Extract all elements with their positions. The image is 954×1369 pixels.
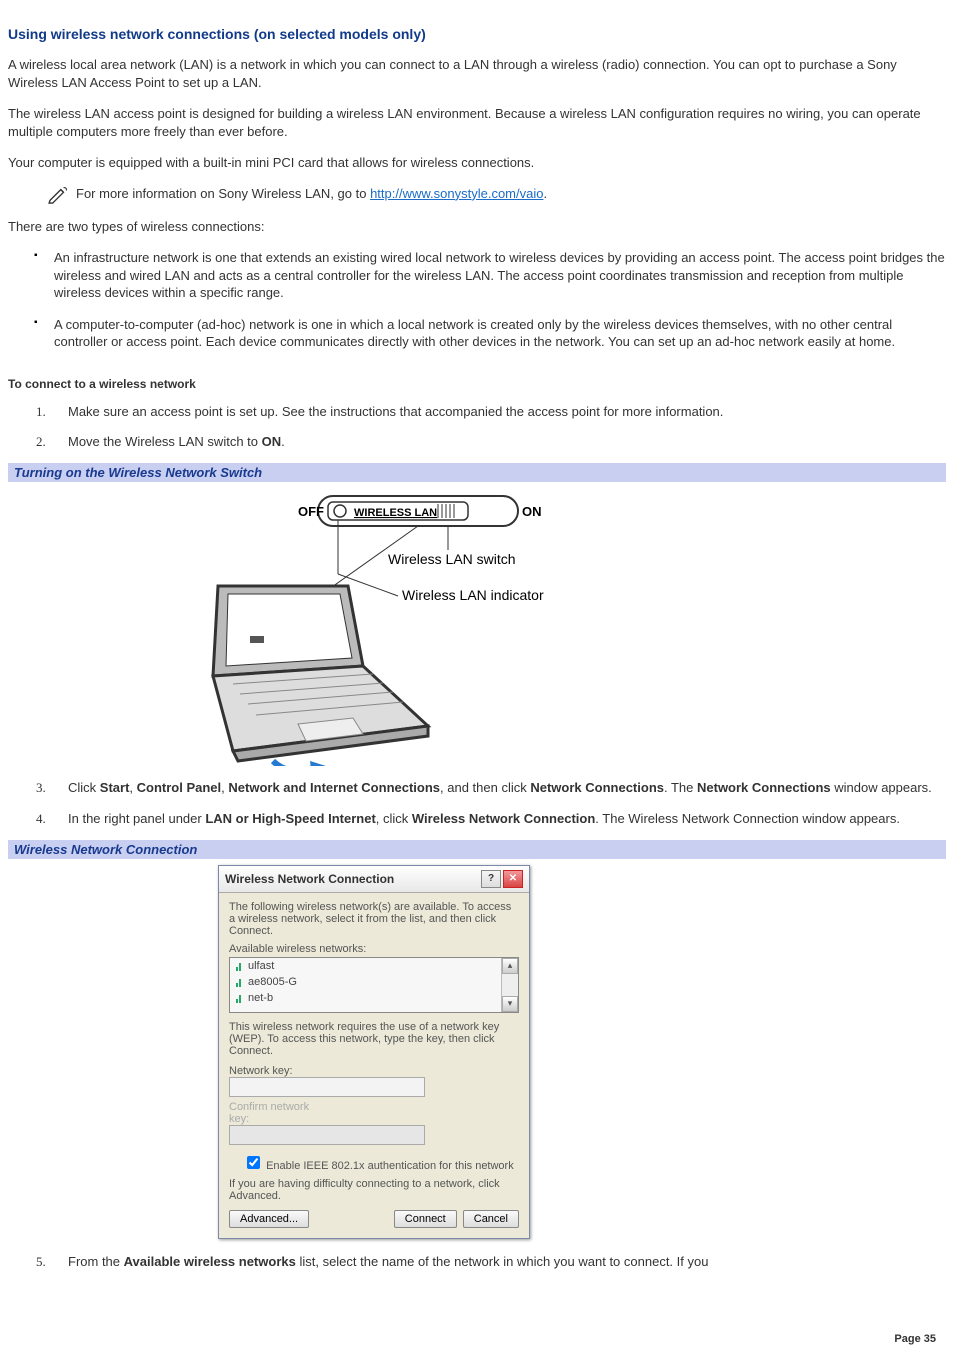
- ieee-auth-checkbox[interactable]: [247, 1156, 260, 1169]
- step-3: Click Start, Control Panel, Network and …: [48, 779, 946, 797]
- close-button[interactable]: ✕: [503, 870, 523, 888]
- bullet-adhoc: A computer-to-computer (ad-hoc) network …: [34, 316, 946, 351]
- confirm-key-label: Confirm network key:: [229, 1101, 329, 1125]
- connect-button[interactable]: Connect: [394, 1210, 457, 1228]
- signal-icon: [234, 993, 244, 1003]
- help-button[interactable]: ?: [481, 870, 501, 888]
- connection-types-list: An infrastructure network is one that ex…: [8, 249, 946, 351]
- step-1: Make sure an access point is set up. See…: [48, 403, 946, 421]
- figure-wlan-switch: OFF WIRELESS LAN ON Wireless LAN switch …: [8, 482, 946, 779]
- dialog-titlebar: Wireless Network Connection ? ✕: [219, 866, 529, 893]
- available-networks-label: Available wireless networks:: [229, 943, 519, 955]
- caption-switch: Turning on the Wireless Network Switch: [8, 463, 946, 482]
- pen-note-icon: [48, 186, 70, 204]
- laptop-switch-illustration: OFF WIRELESS LAN ON Wireless LAN switch …: [178, 486, 608, 766]
- step-2: Move the Wireless LAN switch to ON.: [48, 433, 946, 451]
- step-5: From the Available wireless networks lis…: [48, 1253, 946, 1271]
- note-text: For more information on Sony Wireless LA…: [76, 186, 547, 201]
- svg-text:ON: ON: [522, 504, 542, 519]
- wep-text: This wireless network requires the use o…: [229, 1021, 519, 1057]
- subheading-connect: To connect to a wireless network: [8, 377, 946, 391]
- svg-text:Wireless LAN switch: Wireless LAN switch: [388, 551, 516, 567]
- listbox-scrollbar[interactable]: ▴▾: [501, 958, 518, 1012]
- step-4: In the right panel under LAN or High-Spe…: [48, 810, 946, 828]
- note-row: For more information on Sony Wireless LA…: [48, 186, 946, 204]
- network-item[interactable]: net-b: [230, 990, 518, 1006]
- advanced-button[interactable]: Advanced...: [229, 1210, 309, 1228]
- steps-list-continued: Click Start, Control Panel, Network and …: [8, 779, 946, 827]
- section-heading: Using wireless network connections (on s…: [8, 26, 946, 42]
- note-prefix: For more information on Sony Wireless LA…: [76, 186, 370, 201]
- network-key-label: Network key:: [229, 1065, 329, 1077]
- difficulty-text: If you are having difficulty connecting …: [229, 1178, 519, 1202]
- paragraph-types-intro: There are two types of wireless connecti…: [8, 218, 946, 236]
- svg-text:Wireless LAN indicator: Wireless LAN indicator: [402, 587, 544, 603]
- paragraph-intro-3: Your computer is equipped with a built-i…: [8, 154, 946, 172]
- network-item[interactable]: ae8005-G: [230, 974, 518, 990]
- note-suffix: .: [543, 186, 547, 201]
- step2-on: ON: [262, 434, 282, 449]
- scroll-down-icon[interactable]: ▾: [502, 996, 518, 1012]
- sonystyle-link[interactable]: http://www.sonystyle.com/vaio: [370, 186, 543, 201]
- dialog-figure-wrap: Wireless Network Connection ? ✕ The foll…: [8, 859, 946, 1253]
- signal-icon: [234, 961, 244, 971]
- cancel-button[interactable]: Cancel: [463, 1210, 519, 1228]
- paragraph-intro-2: The wireless LAN access point is designe…: [8, 105, 946, 140]
- svg-text:OFF: OFF: [298, 504, 324, 519]
- wireless-connection-dialog: Wireless Network Connection ? ✕ The foll…: [218, 865, 530, 1239]
- scroll-up-icon[interactable]: ▴: [502, 958, 518, 974]
- svg-text:WIRELESS LAN: WIRELESS LAN: [354, 507, 437, 519]
- page-number: Page 35: [894, 1333, 936, 1345]
- available-networks-listbox[interactable]: ulfast ae8005-G net-b ▴▾: [229, 957, 519, 1013]
- steps-list-continued-2: From the Available wireless networks lis…: [8, 1253, 946, 1271]
- paragraph-intro-1: A wireless local area network (LAN) is a…: [8, 56, 946, 91]
- bullet-infrastructure: An infrastructure network is one that ex…: [34, 249, 946, 302]
- dialog-title-text: Wireless Network Connection: [225, 872, 394, 886]
- signal-icon: [234, 977, 244, 987]
- ieee-auth-label: Enable IEEE 802.1x authentication for th…: [266, 1160, 514, 1172]
- confirm-key-input: [229, 1125, 425, 1145]
- network-item[interactable]: ulfast: [230, 958, 518, 974]
- dialog-intro-text: The following wireless network(s) are av…: [229, 901, 519, 937]
- step2-post: .: [281, 434, 285, 449]
- step2-pre: Move the Wireless LAN switch to: [68, 434, 262, 449]
- steps-list: Make sure an access point is set up. See…: [8, 403, 946, 451]
- caption-dialog: Wireless Network Connection: [8, 840, 946, 859]
- network-key-input[interactable]: [229, 1077, 425, 1097]
